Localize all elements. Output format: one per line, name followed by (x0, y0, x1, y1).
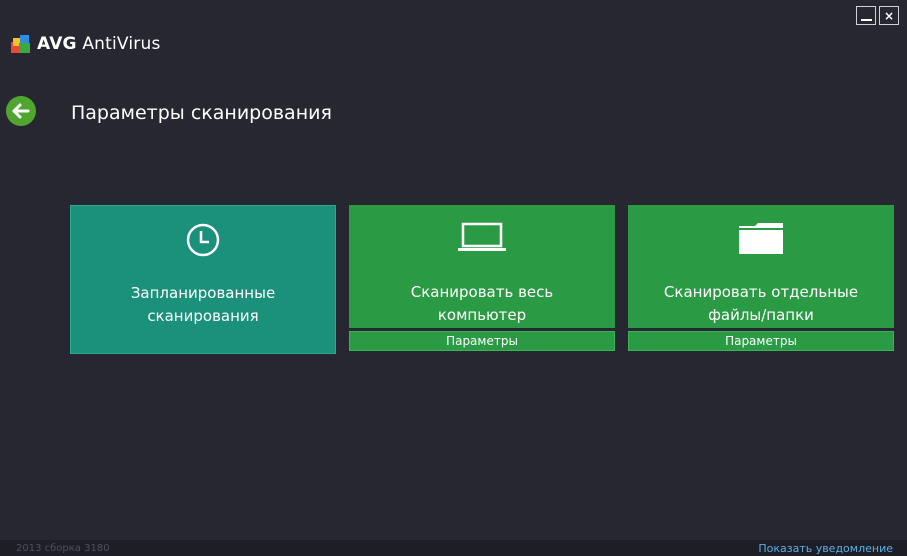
minimize-button[interactable] (856, 6, 876, 25)
files-folders-settings-button[interactable]: Параметры (628, 331, 894, 351)
avg-logo-icon (11, 35, 30, 53)
scan-files-folders-tile[interactable]: Сканировать отдельные файлы/папки (628, 205, 894, 328)
whole-computer-settings-button[interactable]: Параметры (349, 331, 615, 351)
clock-icon (186, 223, 220, 257)
brand-name-rest: AntiVirus (82, 34, 161, 54)
app-window: × AVG AntiVirus Параметры сканирования З… (0, 0, 907, 556)
page-title: Параметры сканирования (71, 102, 332, 124)
tile-label-scheduled: Запланированные сканирования (130, 284, 276, 325)
tile-column-files-folders: Сканировать отдельные файлы/папки Параме… (628, 205, 894, 354)
tile-column-scheduled: Запланированные сканирования (70, 205, 336, 354)
tile-column-whole-computer: Сканировать весь компьютер Параметры (349, 205, 615, 354)
scheduled-scans-tile[interactable]: Запланированные сканирования (70, 205, 336, 354)
tile-label-files-folders: Сканировать отдельные файлы/папки (663, 283, 859, 324)
build-version: 2013 сборка 3180 (16, 542, 110, 554)
folder-icon (739, 223, 783, 254)
window-controls: × (856, 6, 899, 25)
brand-name-bold: AVG (37, 34, 77, 54)
footer-bar: 2013 сборка 3180 Показать уведомление (0, 540, 907, 556)
brand-name: AVG AntiVirus (37, 34, 161, 54)
brand-header: AVG AntiVirus (11, 34, 161, 54)
minimize-icon (860, 18, 872, 21)
laptop-icon (458, 222, 506, 251)
scan-tiles: Запланированные сканирования Сканировать… (70, 205, 894, 354)
scan-whole-computer-tile[interactable]: Сканировать весь компьютер (349, 205, 615, 328)
back-button[interactable] (6, 96, 36, 126)
show-notification-link[interactable]: Показать уведомление (758, 542, 893, 555)
close-icon: × (883, 8, 895, 23)
back-arrow-icon (12, 103, 30, 119)
close-button[interactable]: × (879, 6, 899, 25)
tile-label-whole-computer: Сканировать весь компьютер (410, 283, 554, 324)
